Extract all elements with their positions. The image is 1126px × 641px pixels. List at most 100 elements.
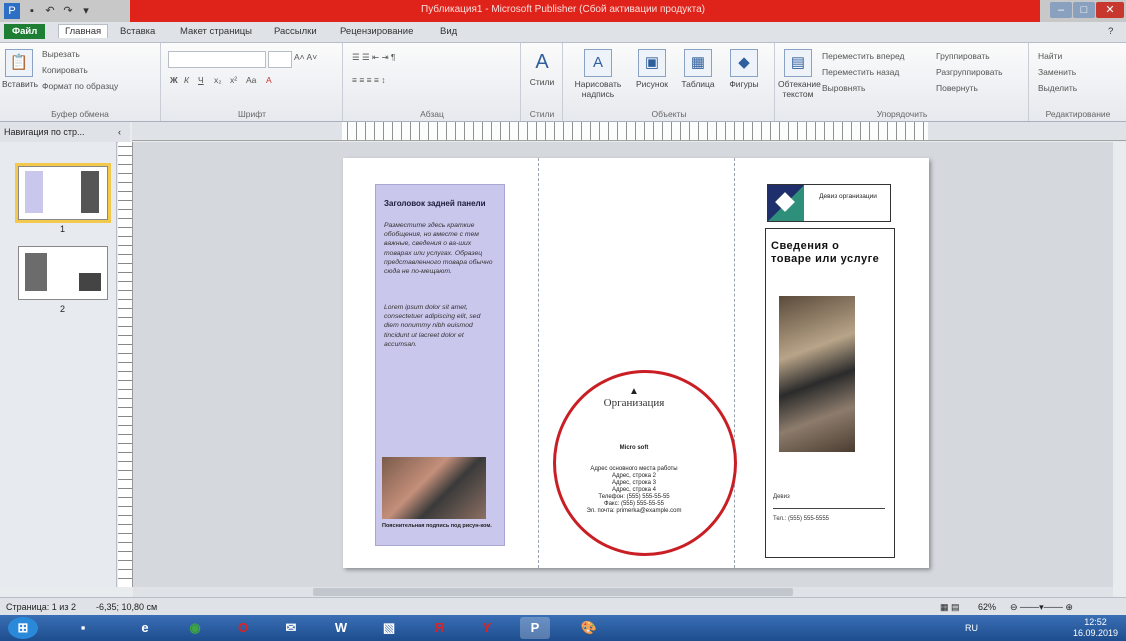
ungroup-button[interactable]: Разгруппировать xyxy=(936,67,1003,77)
front-panel-rule xyxy=(773,508,885,509)
logo-text[interactable]: Девиз организации xyxy=(808,193,888,201)
objects-group-label: Объекты xyxy=(651,109,687,119)
back-panel-photo[interactable] xyxy=(382,457,486,519)
publication-page[interactable]: Заголовок задней панели Разместите здесь… xyxy=(343,158,929,568)
styles-label: Стили xyxy=(529,77,555,87)
ie-icon[interactable]: e xyxy=(130,617,160,639)
tab-home[interactable]: Главная xyxy=(58,24,109,38)
wrap-text-button[interactable]: ▤ Обтекание текстом xyxy=(778,49,821,99)
group-button[interactable]: Группировать xyxy=(936,51,990,61)
grow-font-button[interactable]: A˄ A˅ xyxy=(294,52,317,62)
align-buttons[interactable]: ≡ ≡ ≡ ≡ ↕ xyxy=(352,75,386,85)
tab-mailings[interactable]: Рассылки xyxy=(274,26,317,37)
picture-button[interactable]: ▣ Рисунок xyxy=(630,49,674,89)
arrange-group: ▤ Обтекание текстом Переместить вперед Пе… xyxy=(776,43,1029,121)
help-icon[interactable]: ? xyxy=(1108,26,1113,37)
page-number-2: 2 xyxy=(60,304,66,314)
find-button[interactable]: Найти xyxy=(1038,51,1062,61)
copy-button[interactable]: Копировать xyxy=(42,65,88,75)
document-canvas[interactable]: Заголовок задней панели Разместите здесь… xyxy=(133,142,1113,587)
font-size-combo[interactable] xyxy=(268,51,292,68)
rotate-button[interactable]: Повернуть xyxy=(936,83,978,93)
table-label: Таблица xyxy=(681,79,715,89)
image-viewer-icon[interactable]: ▧ xyxy=(374,617,404,639)
back-panel-heading[interactable]: Заголовок задней панели xyxy=(384,199,486,208)
minimize-button[interactable]: – xyxy=(1050,2,1072,18)
maximize-button[interactable]: □ xyxy=(1073,2,1095,18)
shapes-label: Фигуры xyxy=(729,79,759,89)
front-panel-slogan[interactable]: Девиз xyxy=(773,494,790,500)
underline-button[interactable]: Ч xyxy=(198,75,204,85)
navigation-pane-title: Навигация по стр... xyxy=(4,127,85,137)
yandex-browser-icon[interactable]: Y xyxy=(472,617,502,639)
logo-icon xyxy=(768,185,804,221)
horizontal-scrollbar[interactable] xyxy=(133,587,1113,597)
collapse-pane-icon[interactable]: ‹ xyxy=(118,127,121,137)
back-panel-body-2[interactable]: Lorem ipsum dolor sit amet, consectetuer… xyxy=(384,303,496,349)
tab-file[interactable]: Файл xyxy=(4,24,46,39)
front-panel-title[interactable]: Сведения о товаре или услуге xyxy=(771,240,881,266)
tab-page-layout[interactable]: Макет страницы xyxy=(180,26,252,37)
styles-button[interactable]: A Стили xyxy=(526,49,558,87)
save-app-icon[interactable]: ▪ xyxy=(68,617,98,639)
change-case-button[interactable]: Aa xyxy=(246,75,256,85)
bold-button[interactable]: Ж xyxy=(170,75,178,85)
language-indicator[interactable]: RU xyxy=(965,623,978,633)
font-color-button[interactable]: A xyxy=(266,75,272,85)
front-panel-phone[interactable]: Тел.: (555) 555-5555 xyxy=(773,516,829,522)
paste-icon: 📋 xyxy=(5,49,33,77)
zoom-level[interactable]: 62% xyxy=(978,602,996,612)
superscript-button[interactable]: x² xyxy=(230,75,237,85)
horizontal-ruler[interactable] xyxy=(132,122,1126,141)
opera-icon[interactable]: O xyxy=(228,617,258,639)
system-clock[interactable]: 12:52 16.09.2019 xyxy=(1073,617,1118,639)
bring-forward-button[interactable]: Переместить вперед xyxy=(822,51,905,61)
scrollbar-thumb[interactable] xyxy=(313,588,793,596)
back-panel-body-1[interactable]: Разместите здесь краткие обобщения, но в… xyxy=(384,221,496,276)
close-button[interactable]: ✕ xyxy=(1096,2,1124,18)
cursor-position: -6,35; 10,80 см xyxy=(96,602,158,612)
publisher-taskbar-icon[interactable]: P xyxy=(520,617,550,639)
font-name-combo[interactable] xyxy=(168,51,266,68)
vertical-ruler[interactable] xyxy=(118,142,133,587)
tab-review[interactable]: Рецензирование xyxy=(340,26,413,37)
replace-button[interactable]: Заменить xyxy=(1038,67,1076,77)
page-indicator[interactable]: Страница: 1 из 2 xyxy=(6,602,76,612)
page-thumbnail-1[interactable] xyxy=(15,163,111,223)
shapes-icon: ◆ xyxy=(730,49,758,77)
view-buttons[interactable]: ▦ ▤ xyxy=(940,602,960,613)
page-thumbnail-2[interactable] xyxy=(18,246,108,300)
select-button[interactable]: Выделить xyxy=(1038,83,1077,93)
start-button-icon[interactable]: ⊞ xyxy=(8,617,38,639)
back-panel-caption[interactable]: Пояснительная подпись под рисун-ком. xyxy=(382,523,492,529)
back-panel[interactable]: Заголовок задней панели Разместите здесь… xyxy=(375,184,505,546)
draw-textbox-button[interactable]: A Нарисовать надпись xyxy=(568,49,628,99)
shapes-button[interactable]: ◆ Фигуры xyxy=(722,49,766,89)
thumb2-panel-3 xyxy=(79,273,101,291)
logo-box[interactable]: Девиз организации xyxy=(767,184,891,222)
cut-button[interactable]: Вырезать xyxy=(42,49,80,59)
clock-date: 16.09.2019 xyxy=(1072,628,1118,638)
highlight-circle-annotation xyxy=(553,370,737,556)
format-painter-button[interactable]: Формат по образцу xyxy=(42,81,118,91)
chrome-icon[interactable]: ◉ xyxy=(180,617,210,639)
paste-button[interactable]: 📋 Вставить xyxy=(2,49,38,89)
paragraph-group-label: Абзац xyxy=(420,109,444,119)
align-button[interactable]: Выровнять xyxy=(822,83,865,93)
send-backward-button[interactable]: Переместить назад xyxy=(822,67,899,77)
subscript-button[interactable]: x₂ xyxy=(214,75,222,85)
tab-view[interactable]: Вид xyxy=(440,26,457,37)
word-icon[interactable]: W xyxy=(326,617,356,639)
tab-insert[interactable]: Вставка xyxy=(120,26,155,37)
bullets-button[interactable]: ☰ ☰ ⇤ ⇥ ¶ xyxy=(352,52,396,63)
italic-button[interactable]: К xyxy=(184,75,189,85)
zoom-slider[interactable]: ⊖ ───▾─── ⊕ xyxy=(1010,602,1073,613)
paint-icon[interactable]: 🎨 xyxy=(574,617,604,639)
table-button[interactable]: ▦ Таблица xyxy=(676,49,720,89)
objects-group: A Нарисовать надпись ▣ Рисунок ▦ Таблица ◆ Ф… xyxy=(564,43,775,121)
font-group: A˄ A˅ Ж К Ч x₂ x² Aa A Шрифт xyxy=(162,43,343,121)
mail-icon[interactable]: ✉ xyxy=(276,617,306,639)
fold-guide-1 xyxy=(538,158,539,568)
yandex-icon[interactable]: Я xyxy=(424,617,454,639)
front-panel-photo[interactable] xyxy=(779,296,855,452)
